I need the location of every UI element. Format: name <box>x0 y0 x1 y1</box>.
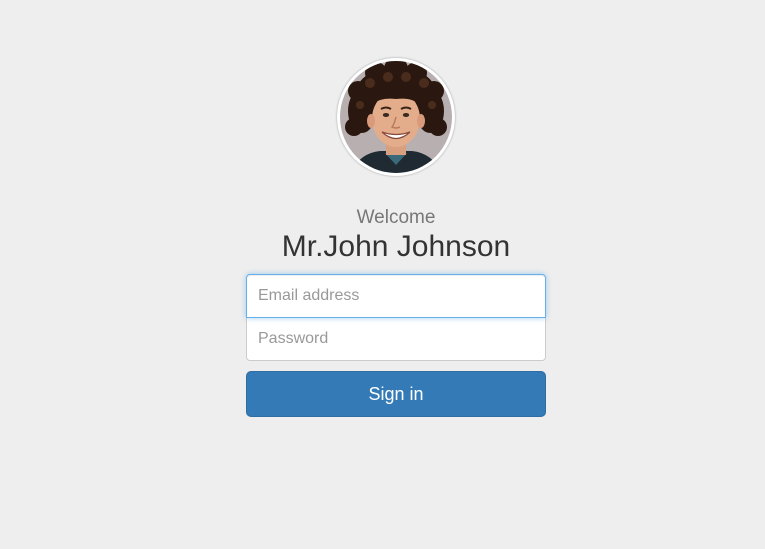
welcome-text: Welcome <box>356 207 436 228</box>
password-field[interactable] <box>246 317 546 361</box>
sign-in-button[interactable]: Sign in <box>246 371 546 417</box>
email-field[interactable] <box>246 274 546 318</box>
avatar <box>337 58 455 176</box>
avatar-photo <box>340 61 452 173</box>
user-name: Mr.John Johnson <box>281 230 511 263</box>
